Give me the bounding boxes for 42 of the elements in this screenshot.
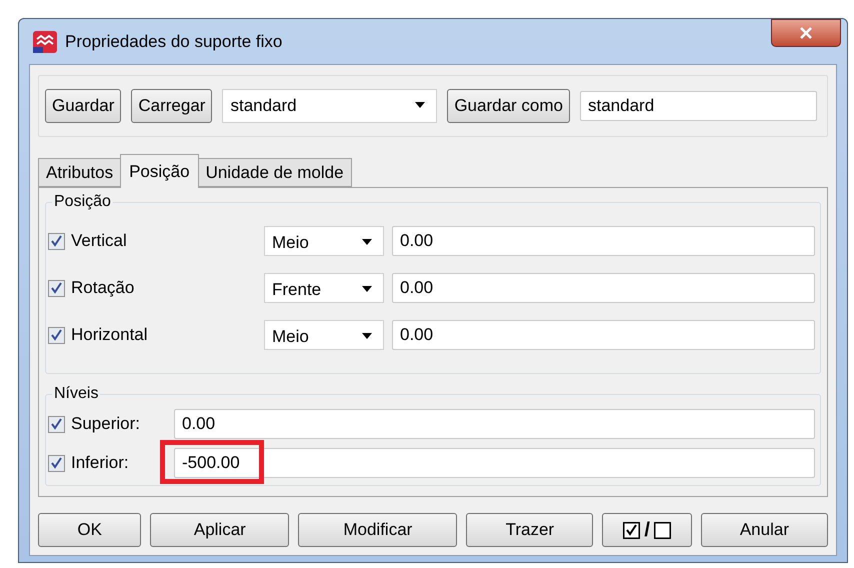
dialog-button[interactable]: Aplicar	[150, 513, 290, 547]
dropdown-caret-icon	[361, 285, 373, 293]
input-field[interactable]: 0.00	[174, 409, 815, 439]
save-as-button[interactable]: Guardar como	[447, 89, 570, 123]
dropdown[interactable]: Frente	[264, 273, 384, 303]
field-label: Superior:	[71, 413, 140, 436]
field-label: Inferior:	[71, 452, 129, 474]
window-title: Propriedades do suporte fixo	[65, 30, 282, 53]
input-field[interactable]: 0.00	[392, 226, 815, 256]
field-label: Rotação	[71, 277, 134, 300]
input-field[interactable]: -500.00	[174, 448, 815, 478]
checkbox[interactable]	[48, 454, 65, 472]
field-label: Vertical	[71, 230, 127, 252]
dialog-button[interactable]: Anular	[700, 513, 828, 547]
checkbox[interactable]	[48, 326, 65, 344]
tab[interactable]: Atributos	[38, 158, 122, 187]
checkbox[interactable]	[48, 232, 65, 250]
empty-box-icon	[654, 522, 671, 538]
input-field[interactable]: standard	[580, 91, 817, 121]
field-label: Horizontal	[71, 324, 148, 346]
checked-box-icon	[623, 522, 640, 538]
save-button[interactable]: Guardar	[45, 89, 122, 123]
dropdown-caret-icon	[361, 238, 373, 246]
dialog-button[interactable]: Modificar	[298, 513, 458, 547]
toggle-all-button[interactable]: /	[602, 513, 692, 547]
close-button[interactable]	[771, 19, 841, 47]
checkbox[interactable]	[48, 416, 65, 432]
input-field[interactable]: 0.00	[392, 320, 815, 350]
dropdown-caret-icon	[414, 101, 426, 109]
tab[interactable]: Unidade de molde	[198, 158, 352, 187]
dropdown[interactable]: Meio	[264, 226, 384, 256]
dialog-button[interactable]: Trazer	[466, 513, 594, 547]
load-button[interactable]: Carregar	[131, 89, 212, 123]
dropdown-caret-icon	[361, 332, 373, 340]
app-logo-icon	[33, 30, 57, 52]
dialog-button[interactable]: OK	[38, 513, 142, 547]
tab[interactable]: Posição	[120, 154, 199, 188]
dropdown[interactable]: Meio	[264, 320, 384, 350]
input-field[interactable]: 0.00	[392, 273, 815, 303]
close-icon	[799, 27, 813, 39]
dropdown[interactable]: standard	[222, 89, 438, 123]
checkbox[interactable]	[48, 280, 65, 296]
